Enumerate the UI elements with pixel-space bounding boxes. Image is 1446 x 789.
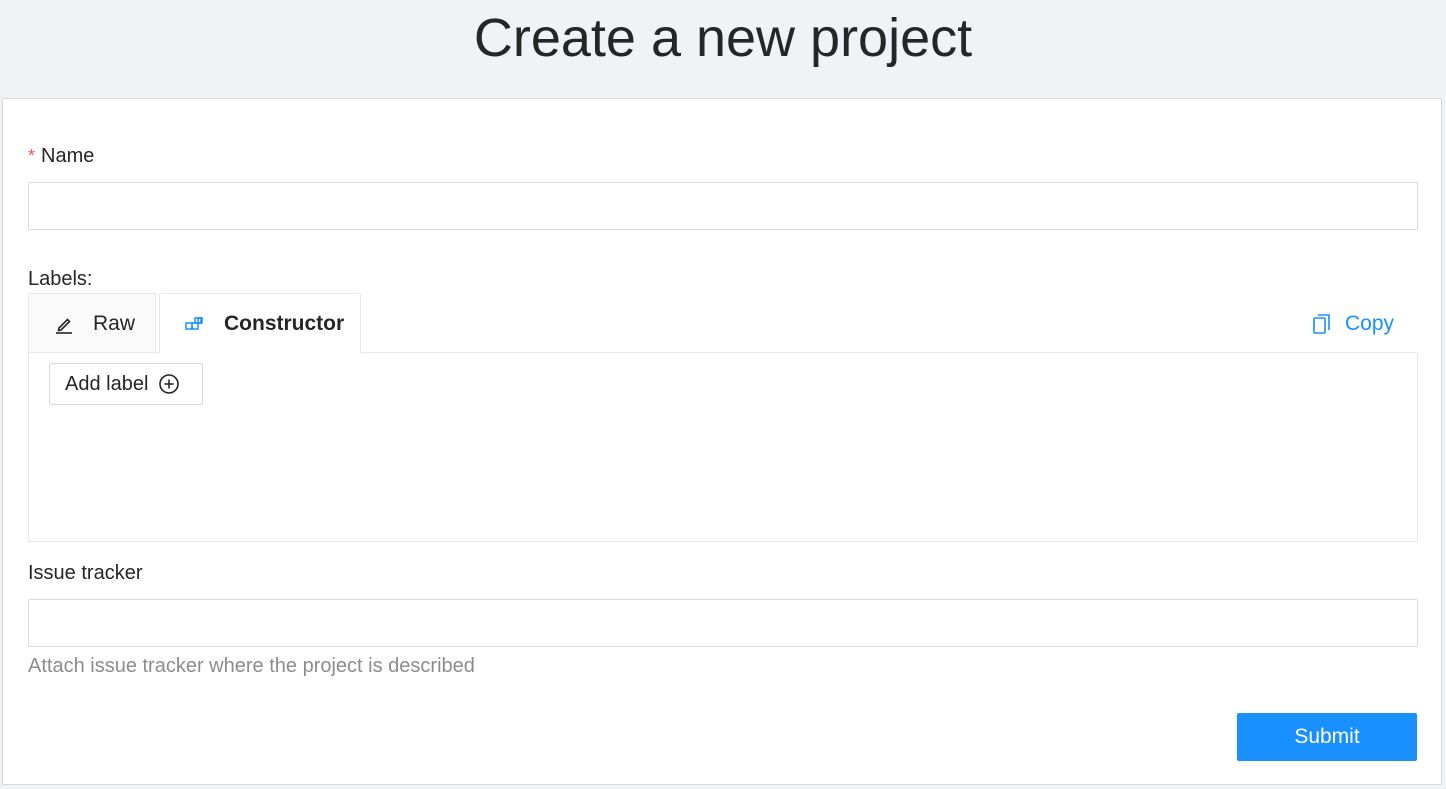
page-title: Create a new project bbox=[473, 8, 973, 68]
issue-tracker-label: Issue tracker bbox=[28, 562, 143, 584]
labels-constructor-panel: Add label bbox=[28, 352, 1418, 542]
tab-raw-label: Raw bbox=[93, 311, 136, 335]
build-icon bbox=[184, 313, 206, 335]
plus-circle-icon bbox=[158, 373, 180, 395]
edit-icon bbox=[53, 313, 75, 335]
project-form-card: * Name Labels: Raw Constructor Copy Add … bbox=[2, 98, 1442, 785]
required-star: * bbox=[28, 146, 36, 166]
copy-button[interactable]: Copy bbox=[1311, 309, 1394, 339]
issue-tracker-help: Attach issue tracker where the project i… bbox=[28, 655, 475, 677]
copy-icon bbox=[1311, 312, 1333, 336]
name-label-text: Name bbox=[41, 145, 95, 167]
copy-label: Copy bbox=[1345, 312, 1395, 335]
tab-raw[interactable]: Raw bbox=[28, 293, 156, 353]
name-label: * Name bbox=[28, 144, 94, 168]
add-label-text: Add label bbox=[65, 372, 149, 395]
name-input[interactable] bbox=[28, 182, 1418, 230]
issue-tracker-input[interactable] bbox=[28, 599, 1418, 647]
labels-label: Labels: bbox=[28, 268, 93, 290]
add-label-button[interactable]: Add label bbox=[49, 363, 203, 405]
tab-constructor-label: Constructor bbox=[224, 312, 345, 335]
tab-constructor[interactable]: Constructor bbox=[159, 293, 361, 354]
submit-button[interactable]: Submit bbox=[1237, 713, 1417, 761]
